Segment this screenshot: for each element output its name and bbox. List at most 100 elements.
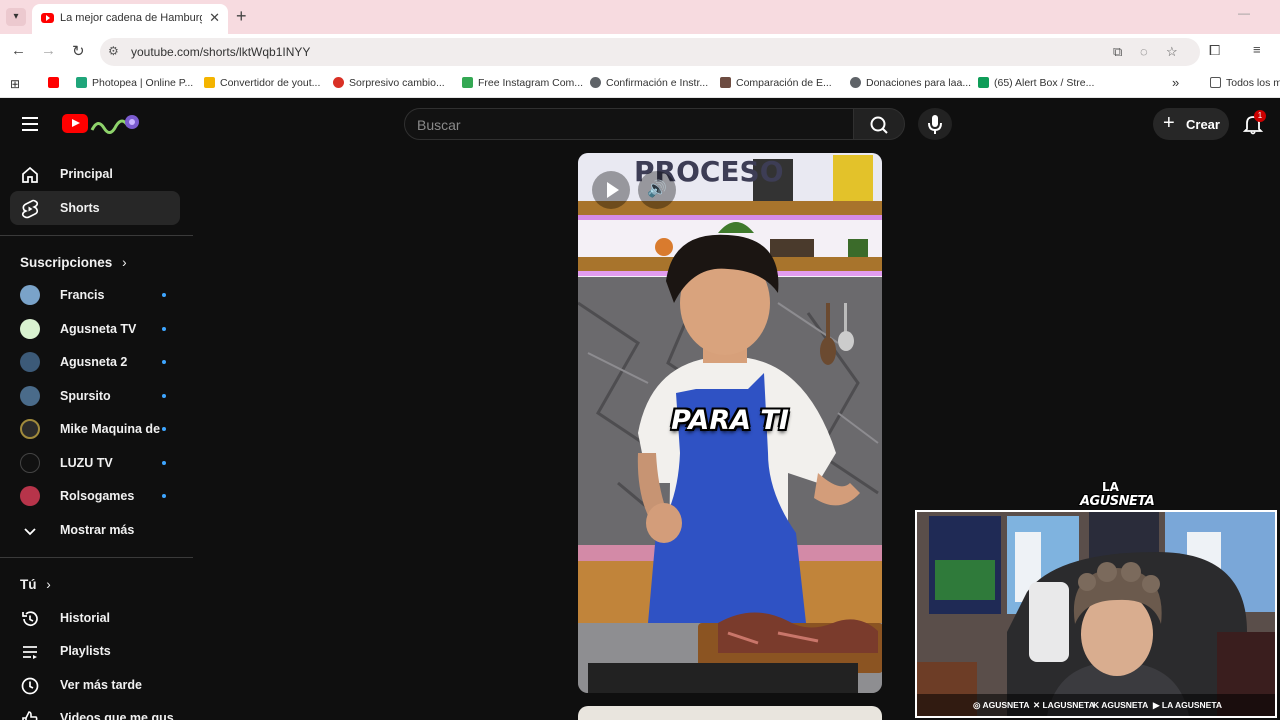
sidebar-divider bbox=[0, 235, 193, 236]
volume-icon[interactable]: 🔊 bbox=[638, 171, 676, 209]
bookmark-confirmacion[interactable]: Confirmación e Instr... bbox=[590, 77, 708, 93]
notifications-button[interactable]: 1 bbox=[1242, 110, 1266, 135]
news-icon bbox=[333, 77, 344, 88]
new-content-dot bbox=[162, 461, 166, 465]
avatar bbox=[20, 453, 40, 473]
reading-list-icon[interactable]: ≡ bbox=[1253, 42, 1261, 57]
subscription-luzu-tv[interactable]: LUZU TV bbox=[10, 447, 180, 479]
sidebar-item-playlists[interactable]: Playlists bbox=[10, 634, 180, 668]
bookmark-donaciones[interactable]: Donaciones para laa... bbox=[850, 77, 971, 93]
chevron-right-icon: › bbox=[46, 577, 51, 592]
sidebar-divider bbox=[0, 557, 193, 558]
w-icon bbox=[462, 77, 473, 88]
new-content-dot bbox=[162, 360, 166, 364]
new-content-dot bbox=[162, 327, 166, 331]
bookmark-alertbox[interactable]: (65) Alert Box / Stre... bbox=[978, 77, 1094, 93]
voice-search-button[interactable] bbox=[918, 108, 952, 140]
youtube-doodle-logo[interactable] bbox=[90, 112, 140, 136]
sidebar-item-liked-videos[interactable]: Videos que me gus bbox=[10, 701, 180, 720]
subscriptions-header[interactable]: Suscripciones › bbox=[20, 255, 127, 270]
eye-slash-icon[interactable]: ◌ bbox=[1140, 44, 1148, 59]
next-short-preview[interactable] bbox=[578, 706, 882, 720]
search-button[interactable] bbox=[853, 108, 905, 140]
sidebar-item-historial[interactable]: Historial bbox=[10, 601, 180, 635]
hamburger-menu-icon[interactable] bbox=[22, 117, 38, 131]
browser-tab[interactable]: La mejor cadena de Hamburguesas ✕ bbox=[32, 4, 228, 34]
link-icon bbox=[590, 77, 601, 88]
chevron-down-icon bbox=[24, 528, 36, 536]
tab-search-button[interactable]: ▾ bbox=[6, 8, 26, 26]
bookmark-star-icon[interactable]: ☆ bbox=[1166, 44, 1178, 60]
apps-grid-icon[interactable]: ⊞ bbox=[10, 77, 20, 93]
bookmark-comparacion[interactable]: Comparación de E... bbox=[720, 77, 832, 93]
address-bar[interactable]: ⚙ youtube.com/shorts/lktWqb1INYY ⧉ ◌ ☆ bbox=[100, 38, 1200, 66]
avatar bbox=[20, 419, 40, 439]
minimize-window-icon[interactable]: — bbox=[1238, 6, 1250, 20]
reload-icon[interactable]: ↻ bbox=[72, 42, 85, 60]
back-arrow-icon[interactable]: ← bbox=[11, 42, 26, 59]
kick-handle: K AGUSNETA bbox=[1093, 700, 1149, 710]
forward-arrow-icon[interactable]: → bbox=[41, 42, 56, 59]
x-handle: ✕ LAGUSNETA bbox=[1033, 700, 1095, 710]
youtube-handle: ▶ LA AGUSNETA bbox=[1153, 700, 1223, 710]
extensions-icon[interactable]: ⧠ bbox=[1209, 42, 1220, 59]
search-box[interactable] bbox=[404, 108, 854, 140]
bookmark-photopea[interactable]: Photopea | Online P... bbox=[76, 77, 193, 93]
converter-icon bbox=[204, 77, 215, 88]
webcam-frame bbox=[917, 512, 1275, 716]
bookmark-sorpresivo[interactable]: Sorpresivo cambio... bbox=[333, 77, 445, 93]
bookmark-instagram[interactable]: Free Instagram Com... bbox=[462, 77, 583, 93]
new-content-dot bbox=[162, 293, 166, 297]
subscription-rolsogames[interactable]: Rolsogames bbox=[10, 480, 180, 512]
browser-tab-bar: ▾ La mejor cadena de Hamburguesas ✕ + — bbox=[0, 0, 1280, 34]
create-button[interactable]: + Crear bbox=[1153, 108, 1229, 140]
search-input[interactable] bbox=[417, 115, 837, 135]
bookmark-converter[interactable]: Convertidor de yout... bbox=[204, 77, 320, 93]
history-icon bbox=[22, 611, 38, 627]
show-more-button[interactable]: Mostrar más bbox=[10, 513, 180, 547]
sidebar-item-watch-later[interactable]: Ver más tarde bbox=[10, 668, 180, 702]
social-handles-bar: ◎ AGUSNETA ✕ LAGUSNETA K AGUSNETA ▶ LA A… bbox=[917, 694, 1275, 716]
subscription-spursito[interactable]: Spursito bbox=[10, 380, 180, 412]
instagram-handle: ◎ AGUSNETA bbox=[973, 700, 1030, 710]
youtube-favicon-icon bbox=[41, 13, 54, 23]
subscription-agusneta-2[interactable]: Agusneta 2 bbox=[10, 346, 180, 378]
sidebar-item-principal[interactable]: Principal bbox=[10, 157, 180, 191]
bookmarks-overflow-icon[interactable]: » bbox=[1172, 75, 1179, 91]
home-icon bbox=[22, 166, 38, 183]
all-bookmarks-folder[interactable]: Todos los m bbox=[1210, 77, 1280, 93]
streamlabs-icon bbox=[978, 77, 989, 88]
subscription-agusneta-tv[interactable]: Agusneta TV bbox=[10, 313, 180, 345]
subscription-francis[interactable]: Francis bbox=[10, 279, 180, 311]
new-tab-button[interactable]: + bbox=[236, 6, 247, 27]
subscription-mike-maquina[interactable]: Mike Maquina de... bbox=[10, 413, 180, 445]
folder-icon bbox=[1210, 77, 1221, 88]
avatar bbox=[20, 486, 40, 506]
new-content-dot bbox=[162, 394, 166, 398]
watch-later-icon bbox=[21, 677, 39, 695]
bookmark-youtube[interactable] bbox=[48, 77, 64, 93]
avatar bbox=[20, 285, 40, 305]
sidebar-item-shorts[interactable]: Shorts bbox=[10, 191, 180, 225]
playlists-icon bbox=[23, 646, 37, 659]
chevron-right-icon: › bbox=[122, 255, 127, 270]
install-app-icon[interactable]: ⧉ bbox=[1113, 44, 1122, 60]
shorts-video-player[interactable]: PROCESO 🔊 PARA TI bbox=[578, 153, 882, 693]
site-info-icon[interactable]: ⚙ bbox=[108, 44, 119, 58]
you-header[interactable]: Tú › bbox=[20, 577, 51, 592]
tab-title: La mejor cadena de Hamburguesas bbox=[60, 12, 202, 24]
like-icon bbox=[22, 711, 38, 720]
shorts-icon bbox=[21, 199, 39, 219]
close-tab-icon[interactable]: ✕ bbox=[209, 10, 220, 26]
new-content-dot bbox=[162, 427, 166, 431]
play-button[interactable] bbox=[592, 171, 630, 209]
browser-toolbar: ← → ↻ ⚙ youtube.com/shorts/lktWqb1INYY ⧉… bbox=[0, 34, 1280, 70]
sidebar: Principal Shorts Suscripciones › Francis… bbox=[0, 156, 194, 720]
microphone-icon bbox=[928, 115, 942, 134]
photopea-icon bbox=[76, 77, 87, 88]
page-icon bbox=[720, 77, 731, 88]
avatar bbox=[20, 319, 40, 339]
avatar bbox=[20, 386, 40, 406]
search-icon bbox=[870, 116, 888, 134]
youtube-logo-icon[interactable] bbox=[62, 114, 88, 133]
